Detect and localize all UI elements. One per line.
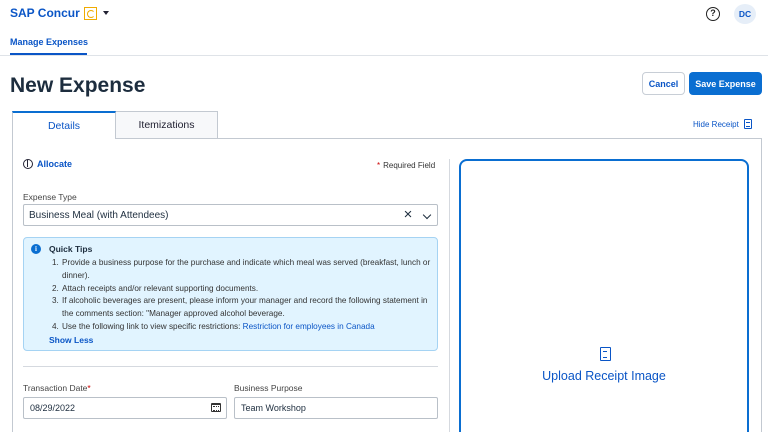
panel-border <box>12 138 762 139</box>
receipt-icon <box>743 119 752 129</box>
quick-tips-title: Quick Tips <box>49 244 93 254</box>
list-item: 1. Provide a business purpose for the pur… <box>52 258 431 280</box>
expense-type-value: Business Meal (with Attendees) <box>29 210 169 221</box>
panel-border <box>761 138 762 432</box>
transaction-date-label: Transaction Date* <box>23 383 91 393</box>
nav-bar: Manage Expenses <box>0 30 768 56</box>
required-star: * <box>377 161 381 170</box>
clear-icon[interactable]: × <box>401 207 415 223</box>
nav-tab-manage-expenses[interactable]: Manage Expenses <box>10 37 88 47</box>
nav-active-indicator <box>10 53 87 55</box>
column-divider <box>449 159 450 432</box>
required-field-note: * Required Field <box>377 161 435 170</box>
business-purpose-input[interactable]: Team Workshop <box>234 397 438 419</box>
concur-logo-icon <box>83 6 97 20</box>
page-title: New Expense <box>10 74 146 97</box>
transaction-date-input[interactable]: 08/29/2022 <box>23 397 227 419</box>
business-purpose-label: Business Purpose <box>234 383 303 393</box>
caret-down-icon <box>102 11 109 15</box>
top-bar: SAP Concur ? DC <box>0 0 768 30</box>
info-icon: i <box>31 244 41 254</box>
tab-itemizations[interactable]: Itemizations <box>115 111 218 139</box>
section-divider <box>23 366 438 367</box>
calendar-icon[interactable] <box>211 403 221 412</box>
allocate-link[interactable]: Allocate <box>23 159 72 169</box>
list-item: 2. Attach receipts and/or relevant suppor… <box>52 283 259 293</box>
brand-name: SAP Concur <box>10 6 80 20</box>
panel-border <box>12 138 13 432</box>
receipt-upload-zone[interactable]: Upload Receipt Image <box>459 159 749 432</box>
user-avatar[interactable]: DC <box>734 4 756 24</box>
expense-type-label: Expense Type <box>23 192 77 202</box>
required-note-text: Required Field <box>383 161 436 170</box>
hide-receipt-label: Hide Receipt <box>693 119 739 129</box>
show-less-link[interactable]: Show Less <box>49 335 93 345</box>
cancel-button[interactable]: Cancel <box>642 72 685 95</box>
allocate-label: Allocate <box>37 159 73 169</box>
restriction-link[interactable]: Restriction for employees in Canada <box>243 322 375 331</box>
quick-tips-list: 1. Provide a business purpose for the pur… <box>52 257 432 334</box>
receipt-icon <box>600 347 611 361</box>
hide-receipt-link[interactable]: Hide Receipt <box>693 119 752 129</box>
chevron-down-icon[interactable] <box>422 210 432 220</box>
save-expense-button[interactable]: Save Expense <box>689 72 762 95</box>
quick-tips-box: i Quick Tips 1. Provide a business purpos… <box>23 237 438 351</box>
help-icon[interactable]: ? <box>706 7 720 21</box>
brand-menu[interactable]: SAP Concur <box>10 6 109 20</box>
allocate-icon <box>23 159 33 169</box>
tab-details[interactable]: Details <box>12 111 116 139</box>
list-item: 4. Use the following link to view specifi… <box>52 321 375 331</box>
list-item: 3. If alcoholic beverages are present, pl… <box>52 296 428 319</box>
expense-type-select[interactable]: Business Meal (with Attendees) × <box>23 204 438 226</box>
upload-receipt-label[interactable]: Upload Receipt Image <box>461 369 747 383</box>
